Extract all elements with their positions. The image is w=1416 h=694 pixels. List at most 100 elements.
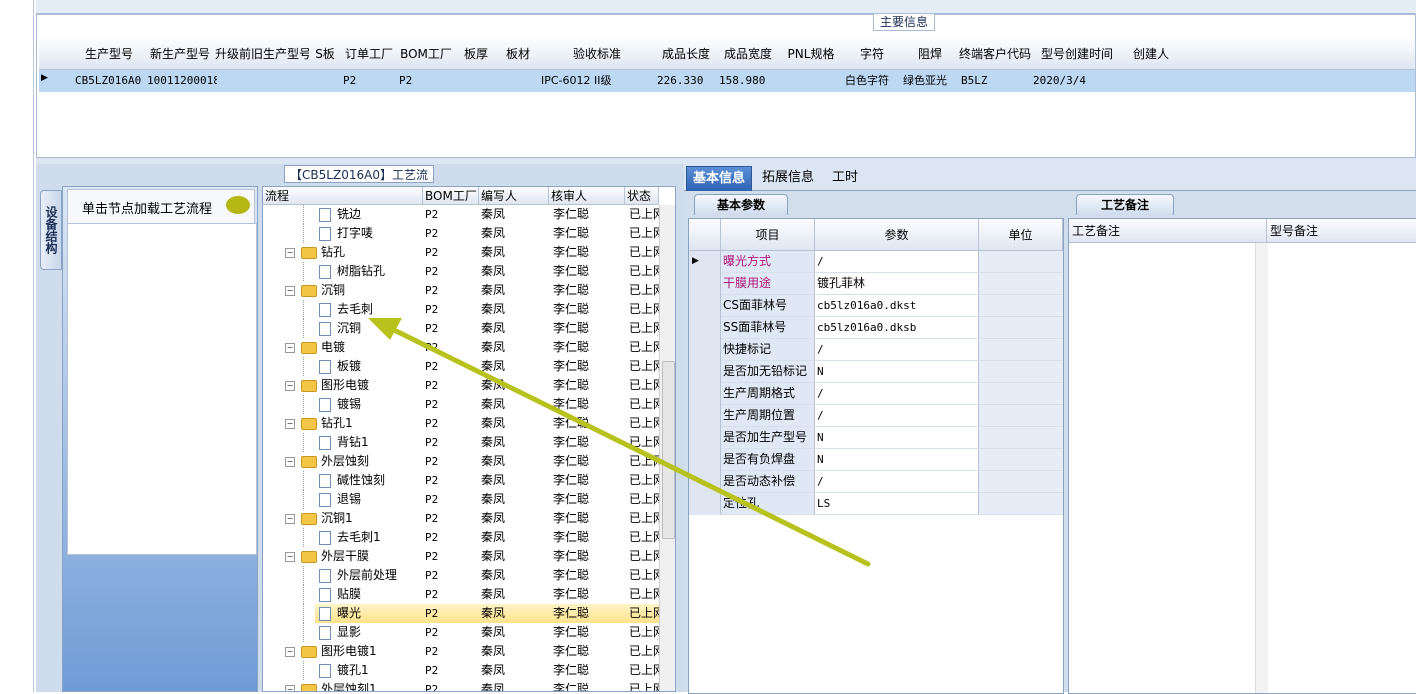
param-unit[interactable] <box>979 427 1063 448</box>
param-row[interactable]: CS面菲林号 cb5lz016a0.dkst <box>689 295 1063 317</box>
tree-row[interactable]: − 钻孔 P2 秦凤 李仁聪 已上网 <box>263 243 659 262</box>
tree-scrollbar[interactable] <box>659 205 675 691</box>
tree-row[interactable]: 碱性蚀刻 P2 秦凤 李仁聪 已上网 <box>263 471 659 490</box>
param-value[interactable]: N <box>815 361 979 382</box>
collapse-icon[interactable]: − <box>285 552 295 562</box>
param-value[interactable]: / <box>815 471 979 492</box>
collapse-icon[interactable]: − <box>285 514 295 524</box>
main-col-header[interactable]: 字符 <box>843 39 902 70</box>
main-col-header[interactable]: 成品宽度 <box>717 39 780 70</box>
tree-row[interactable]: 贴膜 P2 秦凤 李仁聪 已上网 <box>263 585 659 604</box>
tree-scrollbar-thumb[interactable] <box>662 361 675 539</box>
collapse-icon[interactable]: − <box>285 647 295 657</box>
tree-row[interactable]: − 外层干膜 P2 秦凤 李仁聪 已上网 <box>263 547 659 566</box>
notes-scrollbar[interactable] <box>1255 243 1268 693</box>
side-tab-equipment[interactable]: 设备结构 <box>40 190 62 270</box>
node-tree-area[interactable] <box>67 223 257 555</box>
main-cell[interactable] <box>1123 70 1181 92</box>
tree-row[interactable]: 沉铜 P2 秦凤 李仁聪 已上网 <box>263 319 659 338</box>
main-col-header[interactable]: 订单工厂 <box>341 39 398 70</box>
tree-row[interactable]: 树脂钻孔 P2 秦凤 李仁聪 已上网 <box>263 262 659 281</box>
param-value[interactable]: / <box>815 251 979 272</box>
tree-col-header[interactable]: 流程 <box>263 187 423 205</box>
param-row[interactable]: 是否有负焊盘 N <box>689 449 1063 471</box>
param-unit[interactable] <box>979 361 1063 382</box>
collapse-icon[interactable]: − <box>285 343 295 353</box>
param-value[interactable]: / <box>815 383 979 404</box>
params-title[interactable]: 基本参数 <box>694 194 788 215</box>
param-unit[interactable] <box>979 383 1063 404</box>
param-unit[interactable] <box>979 317 1063 338</box>
main-cell[interactable]: 10011200018600 <box>145 70 217 92</box>
tree-row[interactable]: − 钻孔1 P2 秦凤 李仁聪 已上网 <box>263 414 659 433</box>
param-value[interactable]: / <box>815 339 979 360</box>
notes-title[interactable]: 工艺备注 <box>1076 194 1174 215</box>
param-unit[interactable] <box>979 471 1063 492</box>
main-cell[interactable]: 158.980 <box>717 70 781 92</box>
main-cell[interactable]: 白色字符 <box>843 70 903 92</box>
main-cell[interactable]: P2 <box>341 70 399 92</box>
tree-col-header[interactable]: 状态 <box>625 187 659 205</box>
tree-row[interactable]: 去毛刺 P2 秦凤 李仁聪 已上网 <box>263 300 659 319</box>
notes-col-model[interactable]: 型号备注 <box>1267 219 1416 243</box>
tree-row[interactable]: − 电镀 P2 秦凤 李仁聪 已上网 <box>263 338 659 357</box>
main-cell[interactable]: CB5LZ016A0 <box>73 70 147 92</box>
tree-row[interactable]: 外层前处理 P2 秦凤 李仁聪 已上网 <box>263 566 659 585</box>
param-row[interactable]: ▶ 曝光方式 / <box>689 251 1063 273</box>
main-col-header[interactable]: S板 <box>309 39 342 70</box>
tree-row[interactable]: − 沉铜 P2 秦凤 李仁聪 已上网 <box>263 281 659 300</box>
main-col-header[interactable]: 板材 <box>497 39 540 70</box>
param-value[interactable]: 镀孔菲林 <box>815 273 979 294</box>
param-row[interactable]: 是否加生产型号 N <box>689 427 1063 449</box>
collapse-icon[interactable]: − <box>285 286 295 296</box>
tree-row[interactable]: 曝光 P2 秦凤 李仁聪 已上网 <box>303 604 659 623</box>
collapse-icon[interactable]: − <box>285 457 295 467</box>
collapse-icon[interactable]: − <box>285 248 295 258</box>
param-value[interactable]: LS <box>815 493 979 514</box>
param-row[interactable]: 干膜用途 镀孔菲林 <box>689 273 1063 295</box>
main-col-header[interactable]: 新生产型号 <box>145 39 216 70</box>
tree-row[interactable]: 镀锡 P2 秦凤 李仁聪 已上网 <box>263 395 659 414</box>
tree-row[interactable]: − 图形电镀1 P2 秦凤 李仁聪 已上网 <box>263 642 659 661</box>
main-cell[interactable] <box>309 70 343 92</box>
param-row[interactable]: 生产周期位置 / <box>689 405 1063 427</box>
tree-row[interactable]: − 外层蚀刻1 P2 秦凤 李仁聪 已上网 <box>263 680 659 691</box>
param-value[interactable]: N <box>815 427 979 448</box>
tree-col-header[interactable]: 编写人 <box>479 187 549 205</box>
param-unit[interactable] <box>979 405 1063 426</box>
main-col-header[interactable]: 升级前旧生产型号 <box>215 39 310 70</box>
param-row[interactable]: SS面菲林号 cb5lz016a0.dksb <box>689 317 1063 339</box>
main-cell[interactable] <box>497 70 541 92</box>
main-cell[interactable] <box>215 70 311 92</box>
main-cell[interactable]: 2020/3/4 <box>1031 70 1125 92</box>
main-col-header[interactable]: 验收标准 <box>539 39 656 70</box>
main-cell[interactable]: 226.330 <box>655 70 719 92</box>
tree-col-header[interactable]: BOM工厂 <box>423 187 479 205</box>
param-unit[interactable] <box>979 493 1063 514</box>
param-unit[interactable] <box>979 251 1063 272</box>
tree-row[interactable]: 镀孔1 P2 秦凤 李仁聪 已上网 <box>263 661 659 680</box>
tree-row[interactable]: − 图形电镀 P2 秦凤 李仁聪 已上网 <box>263 376 659 395</box>
tree-row[interactable]: − 外层蚀刻 P2 秦凤 李仁聪 已上网 <box>263 452 659 471</box>
tree-row[interactable]: 退锡 P2 秦凤 李仁聪 已上网 <box>263 490 659 509</box>
main-cell[interactable] <box>455 70 499 92</box>
tree-row[interactable]: 背钻1 P2 秦凤 李仁聪 已上网 <box>263 433 659 452</box>
main-col-header[interactable]: 型号创建时间 <box>1031 39 1124 70</box>
tree-row[interactable]: 显影 P2 秦凤 李仁聪 已上网 <box>263 623 659 642</box>
tab-work-hours[interactable]: 工时 <box>826 166 864 190</box>
main-col-header[interactable]: 阻焊 <box>901 39 960 70</box>
params-col-unit[interactable]: 单位 <box>979 219 1063 251</box>
notes-col-process[interactable]: 工艺备注 <box>1069 219 1267 243</box>
tab-basic-info[interactable]: 基本信息 <box>686 166 753 191</box>
speech-bubble-icon[interactable] <box>226 196 250 214</box>
collapse-icon[interactable]: − <box>285 381 295 391</box>
param-row[interactable]: 快捷标记 / <box>689 339 1063 361</box>
main-cell[interactable]: IPC-6012 II级 <box>539 70 657 92</box>
collapse-icon[interactable]: − <box>285 685 295 691</box>
params-col-item[interactable]: 项目 <box>721 219 815 251</box>
params-col-value[interactable]: 参数 <box>815 219 979 251</box>
main-col-header[interactable]: PNL规格 <box>779 39 844 70</box>
param-unit[interactable] <box>979 273 1063 294</box>
tree-row[interactable]: 去毛刺1 P2 秦凤 李仁聪 已上网 <box>263 528 659 547</box>
main-col-header[interactable]: 终端客户代码 <box>959 39 1032 70</box>
